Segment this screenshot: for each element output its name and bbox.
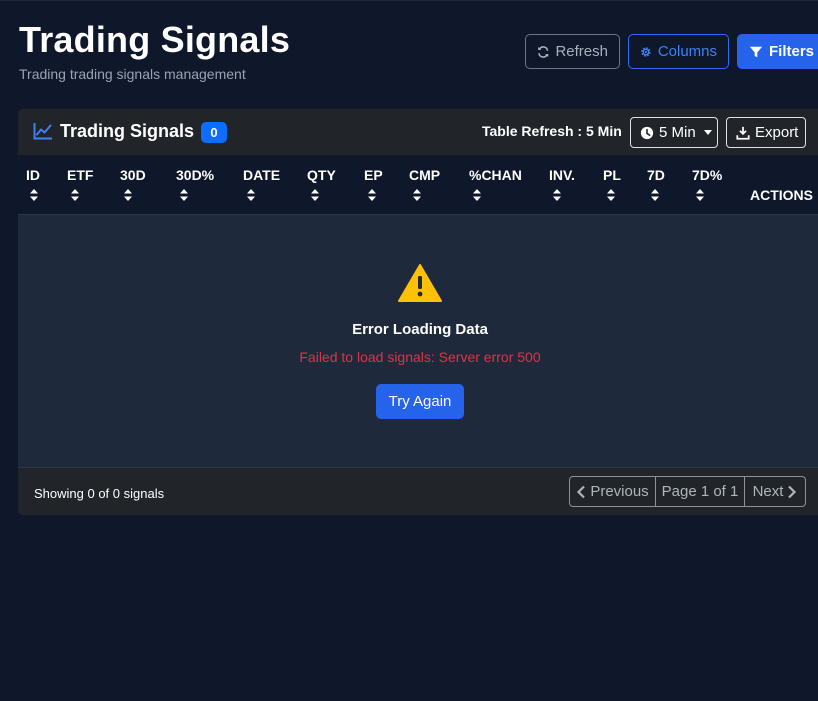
page-title: Trading Signals — [19, 19, 291, 60]
column-label: 7D — [647, 167, 665, 183]
sort-icon — [651, 189, 659, 201]
column-header-id[interactable]: ID — [26, 167, 40, 201]
filters-button[interactable]: Filters — [737, 34, 818, 69]
column-header-30d[interactable]: 30D — [120, 167, 146, 201]
column-header-date[interactable]: DATE — [243, 167, 280, 201]
column-header-actions: ACTIONS — [750, 187, 813, 203]
filters-label: Filters — [769, 43, 815, 60]
sort-icon — [124, 189, 132, 201]
next-label: Next — [752, 483, 784, 500]
chart-line-icon — [33, 123, 52, 140]
page: Trading Signals Trading trading signals … — [0, 0, 818, 701]
count-badge: 0 — [201, 122, 227, 143]
filter-icon — [749, 46, 763, 57]
column-label: 30D — [120, 167, 146, 183]
refresh-label: Refresh — [555, 43, 608, 60]
column-label: ETF — [67, 167, 94, 183]
column-header-7d-percent[interactable]: 7D% — [692, 167, 722, 201]
column-label: CMP — [409, 167, 441, 183]
chevron-right-icon — [788, 485, 797, 498]
column-header-30d-percent[interactable]: 30D% — [176, 167, 214, 201]
card-footer: Showing 0 of 0 signals Previous Page 1 o… — [18, 467, 818, 515]
sort-icon — [311, 189, 319, 201]
table-refresh-label: Table Refresh : 5 Min — [482, 123, 622, 139]
column-header-pl[interactable]: PL — [603, 167, 621, 201]
warning-icon — [398, 264, 442, 302]
error-message: Failed to load signals: Server error 500 — [299, 349, 541, 365]
table-header: ID ETF 30D 30D% DATE QTY EP CMP %CHAN IN… — [18, 155, 818, 215]
showing-count: Showing 0 of 0 signals — [34, 486, 165, 501]
column-label: 30D% — [176, 167, 215, 183]
error-title: Error Loading Data — [352, 321, 488, 338]
column-header-ep[interactable]: EP — [364, 167, 383, 201]
sort-icon — [413, 189, 421, 201]
column-label: PL — [603, 167, 621, 183]
sort-icon — [71, 189, 79, 201]
refresh-button[interactable]: Refresh — [525, 34, 620, 69]
previous-label: Previous — [590, 483, 649, 500]
card-header: Trading Signals 0 Table Refresh : 5 Min … — [18, 109, 818, 155]
sort-icon — [247, 189, 255, 201]
sort-icon — [607, 189, 615, 201]
column-label: QTY — [307, 167, 336, 183]
column-header-qty[interactable]: QTY — [307, 167, 336, 201]
previous-page-button[interactable]: Previous — [570, 477, 656, 506]
sort-icon — [180, 189, 188, 201]
sort-icon — [368, 189, 376, 201]
sort-icon — [553, 189, 561, 201]
export-button[interactable]: Export — [726, 117, 806, 148]
column-header-percent-change[interactable]: %CHAN — [469, 167, 522, 201]
page-subtitle: Trading trading signals management — [19, 66, 246, 82]
try-again-button[interactable]: Try Again — [376, 384, 464, 419]
column-label: ID — [26, 167, 40, 183]
sync-icon — [538, 45, 549, 58]
download-icon — [736, 126, 750, 140]
pagination: Previous Page 1 of 1 Next — [569, 476, 806, 507]
column-header-etf[interactable]: ETF — [67, 167, 93, 201]
interval-value: 5 Min — [659, 124, 696, 141]
chevron-left-icon — [577, 485, 586, 498]
column-header-cmp[interactable]: CMP — [409, 167, 440, 201]
column-label: %CHAN — [469, 167, 522, 183]
page-indicator: Page 1 of 1 — [656, 477, 745, 506]
refresh-interval-dropdown[interactable]: 5 Min — [630, 117, 718, 148]
sort-icon — [30, 189, 38, 201]
column-label: DATE — [243, 167, 281, 183]
column-label: EP — [364, 167, 383, 183]
card-title: Trading Signals — [60, 121, 195, 141]
caret-down-icon — [703, 130, 712, 135]
export-label: Export — [755, 124, 799, 141]
columns-label: Columns — [657, 43, 717, 60]
column-header-7d[interactable]: 7D — [647, 167, 665, 201]
sort-icon — [473, 189, 481, 201]
signals-card: Trading Signals 0 Table Refresh : 5 Min … — [18, 109, 818, 515]
clock-icon — [640, 126, 654, 139]
column-label: INV. — [549, 167, 575, 183]
columns-button[interactable]: Columns — [628, 34, 729, 69]
column-header-inv[interactable]: INV. — [549, 167, 575, 201]
column-label: 7D% — [692, 167, 723, 183]
sort-icon — [696, 189, 704, 201]
next-page-button[interactable]: Next — [745, 477, 805, 506]
gear-icon — [641, 46, 651, 57]
